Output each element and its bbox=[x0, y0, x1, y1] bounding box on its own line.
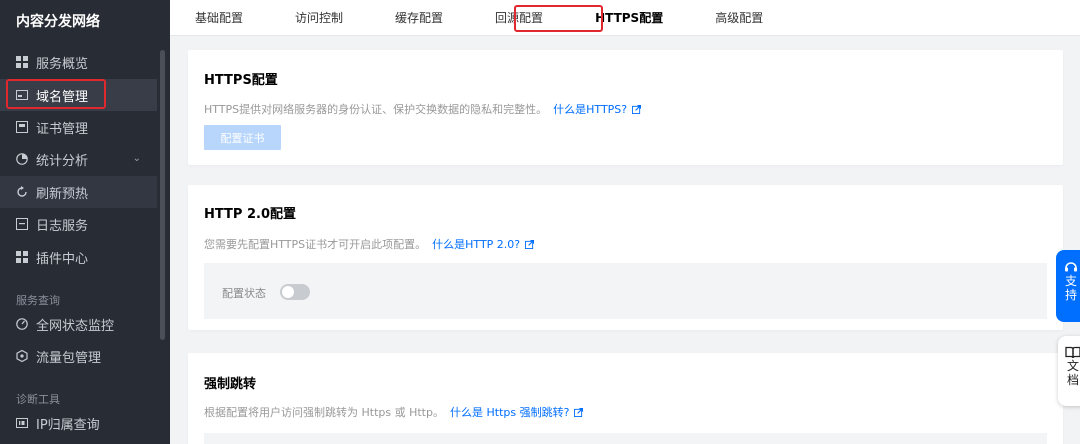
https-config-card: HTTPS配置 HTTPS提供对网络服务器的身份认证、保护交换数据的隐私和完整性… bbox=[188, 50, 1063, 165]
support-char-1: 支 bbox=[1065, 274, 1078, 288]
force-redirect-title: 强制跳转 bbox=[204, 377, 257, 392]
sidebar-item-label: 统计分析 bbox=[36, 153, 89, 169]
sidebar-item-logs[interactable]: 日志服务 bbox=[0, 208, 157, 240]
external-link-icon bbox=[574, 408, 584, 417]
tab-basic[interactable]: 基础配置 bbox=[195, 9, 243, 26]
main-content: HTTPS配置 HTTPS提供对网络服务器的身份认证、保护交换数据的隐私和完整性… bbox=[170, 36, 1080, 444]
force-redirect-card: 强制跳转 根据配置将用户访问强制跳转为 Https 或 Http。 什么是 Htt… bbox=[188, 353, 1063, 444]
support-char-2: 持 bbox=[1065, 288, 1078, 302]
pie-chart-icon bbox=[16, 153, 28, 165]
external-link-icon bbox=[525, 240, 535, 249]
what-is-https-link[interactable]: 什么是HTTPS? bbox=[553, 103, 627, 116]
monitor-icon bbox=[16, 318, 28, 330]
http2-desc-text: 您需要先配置HTTPS证书才可开启此项配置。 bbox=[204, 238, 427, 251]
log-icon bbox=[16, 218, 28, 230]
what-is-http2-link[interactable]: 什么是HTTP 2.0? bbox=[432, 238, 520, 251]
chevron-down-icon: ⌄ bbox=[132, 153, 141, 164]
configure-certificate-button[interactable]: 配置证书 bbox=[204, 125, 281, 150]
http2-config-card: HTTP 2.0配置 您需要先配置HTTPS证书才可开启此项配置。 什么是HTTP… bbox=[188, 185, 1063, 330]
sidebar-item-certificates[interactable]: 证书管理 bbox=[0, 111, 157, 143]
tab-access-control[interactable]: 访问控制 bbox=[295, 9, 343, 26]
sidebar-item-ip-lookup[interactable]: IP归属查询 bbox=[0, 407, 157, 439]
docs-char-1: 文 bbox=[1067, 359, 1080, 373]
book-icon bbox=[1065, 346, 1080, 359]
sidebar-item-label: 日志服务 bbox=[36, 218, 89, 234]
certificate-icon bbox=[16, 121, 28, 133]
config-tabs: 基础配置 访问控制 缓存配置 回源配置 HTTPS配置 高级配置 bbox=[170, 0, 1080, 36]
sidebar-item-label: 刷新预热 bbox=[36, 186, 89, 202]
https-card-title: HTTPS配置 bbox=[204, 73, 278, 88]
sidebar-item-label: 证书管理 bbox=[36, 121, 89, 137]
http2-status-panel: 配置状态 bbox=[204, 263, 1047, 319]
https-card-description: HTTPS提供对网络服务器的身份认证、保护交换数据的隐私和完整性。 什么是HTTP… bbox=[204, 101, 642, 117]
sidebar-scrollbar[interactable] bbox=[160, 50, 165, 340]
http2-status-toggle[interactable] bbox=[280, 284, 310, 300]
what-is-force-redirect-link[interactable]: 什么是 Https 强制跳转? bbox=[450, 406, 569, 419]
tab-cache[interactable]: 缓存配置 bbox=[395, 9, 443, 26]
highlight-box-https-tab bbox=[514, 5, 603, 32]
headset-icon bbox=[1065, 262, 1077, 272]
app-title: 内容分发网络 bbox=[16, 14, 100, 30]
sidebar-item-label: 流量包管理 bbox=[36, 350, 102, 366]
docs-float-button[interactable]: 文 档 bbox=[1058, 336, 1080, 406]
refresh-icon bbox=[16, 186, 28, 198]
sidebar-item-network-monitor[interactable]: 全网状态监控 bbox=[0, 308, 157, 340]
sidebar-item-label: 服务概览 bbox=[36, 56, 89, 72]
docs-char-2: 档 bbox=[1067, 373, 1080, 387]
sidebar-item-label: 全网状态监控 bbox=[36, 318, 115, 334]
support-float-button[interactable]: 支 持 bbox=[1056, 250, 1080, 322]
sidebar-item-plugins[interactable]: 插件中心 bbox=[0, 241, 157, 273]
package-icon bbox=[16, 350, 28, 362]
config-status-label: 配置状态 bbox=[222, 287, 266, 300]
sidebar-item-label: 插件中心 bbox=[36, 251, 89, 267]
plugin-icon bbox=[16, 251, 28, 263]
force-desc-text: 根据配置将用户访问强制跳转为 Https 或 Http。 bbox=[204, 406, 444, 419]
sidebar-item-label: IP归属查询 bbox=[36, 417, 100, 433]
sidebar: 内容分发网络 服务概览 域名管理 证书管理 统计分析 ⌄ 刷新预热 日志服务 插… bbox=[0, 0, 170, 444]
sidebar-item-overview[interactable]: 服务概览 bbox=[0, 46, 157, 78]
sidebar-item-refresh[interactable]: 刷新预热 bbox=[0, 176, 157, 208]
force-redirect-panel bbox=[204, 433, 1047, 444]
ip-icon bbox=[16, 417, 28, 429]
tab-https[interactable]: HTTPS配置 bbox=[595, 9, 663, 26]
force-redirect-description: 根据配置将用户访问强制跳转为 Https 或 Http。 什么是 Https 强制… bbox=[204, 404, 584, 420]
http2-card-description: 您需要先配置HTTPS证书才可开启此项配置。 什么是HTTP 2.0? bbox=[204, 236, 535, 252]
tab-advanced[interactable]: 高级配置 bbox=[715, 9, 763, 26]
http2-card-title: HTTP 2.0配置 bbox=[204, 207, 296, 222]
sidebar-item-traffic-package[interactable]: 流量包管理 bbox=[0, 340, 157, 372]
external-link-icon bbox=[632, 105, 642, 114]
sidebar-item-statistics[interactable]: 统计分析 ⌄ bbox=[0, 143, 157, 175]
grid-icon bbox=[16, 56, 28, 68]
https-desc-text: HTTPS提供对网络服务器的身份认证、保护交换数据的隐私和完整性。 bbox=[204, 103, 548, 116]
highlight-box-domain bbox=[6, 79, 106, 109]
